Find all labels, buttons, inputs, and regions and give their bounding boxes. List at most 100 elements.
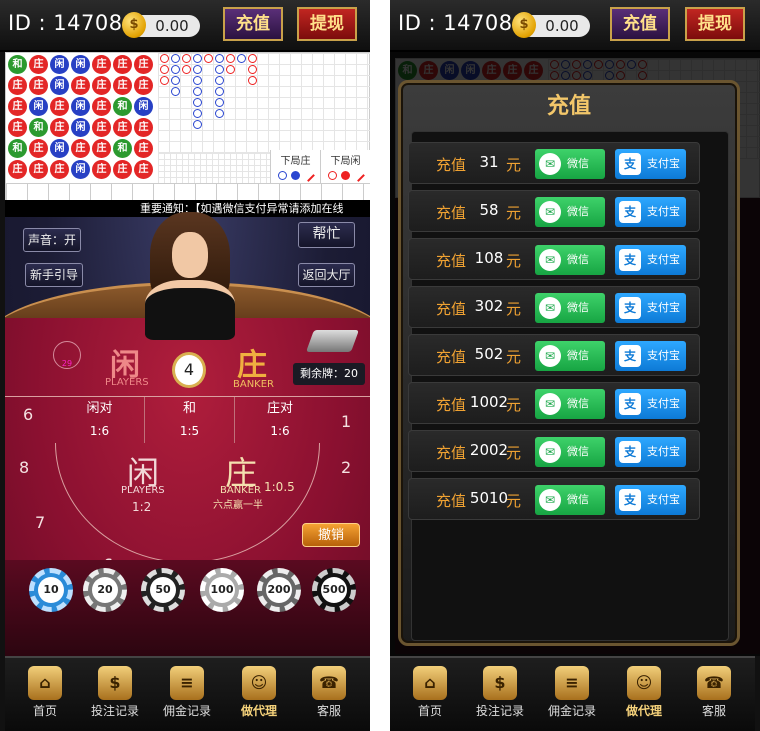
bet-player-odds: 1:2 bbox=[132, 500, 152, 514]
pay-alipay-button[interactable]: 支支付宝 bbox=[615, 245, 686, 275]
nav-customer-service[interactable]: ☎ 客服 bbox=[682, 664, 746, 729]
nav-commission-record[interactable]: ≡ 佣金记录 bbox=[540, 664, 604, 729]
bead-cell: 庄 bbox=[113, 55, 132, 74]
commission-record-icon: ≡ bbox=[555, 666, 589, 700]
nav-commission-record[interactable]: ≡ 佣金记录 bbox=[155, 664, 219, 729]
nav-agent[interactable]: ☺ 做代理 bbox=[227, 664, 291, 729]
pay-alipay-button[interactable]: 支支付宝 bbox=[615, 341, 686, 371]
pay-wechat-button[interactable]: ✉ 微信 bbox=[535, 437, 605, 467]
predict-banker[interactable]: 下局庄 bbox=[270, 150, 320, 184]
chip-20[interactable]: 20 bbox=[83, 568, 127, 612]
recharge-option-label: 充值 bbox=[436, 444, 467, 462]
player-pair-label: 闲对 bbox=[86, 401, 113, 416]
dealer-avatar bbox=[145, 212, 235, 342]
nav-agent[interactable]: ☺ 做代理 bbox=[612, 664, 676, 729]
seat-number: 6 bbox=[23, 405, 34, 424]
nav-bet-record[interactable]: $ 投注记录 bbox=[83, 664, 147, 729]
bead-cell: 闲 bbox=[71, 160, 90, 179]
big-road-ring bbox=[193, 120, 202, 129]
bead-cell: 庄 bbox=[134, 76, 153, 95]
nav-bet-record[interactable]: $ 投注记录 bbox=[468, 664, 532, 729]
bead-cell: 庄 bbox=[71, 139, 90, 158]
pay-wechat-button[interactable]: ✉ 微信 bbox=[535, 149, 605, 179]
recharge-option-row: 充值 502 元 ✉ 微信支支付宝 bbox=[408, 334, 700, 376]
pay-wechat-button[interactable]: ✉ 微信 bbox=[535, 389, 605, 419]
big-road-ring bbox=[193, 54, 202, 63]
pay-alipay-button[interactable]: 支支付宝 bbox=[615, 485, 686, 515]
chip-500[interactable]: 500 bbox=[312, 568, 356, 612]
bead-cell: 庄 bbox=[29, 55, 48, 74]
chip-50[interactable]: 50 bbox=[141, 568, 185, 612]
chip-100[interactable]: 100 bbox=[200, 568, 244, 612]
nav-customer-service[interactable]: ☎ 客服 bbox=[297, 664, 361, 729]
pay-alipay-button[interactable]: 支支付宝 bbox=[615, 197, 686, 227]
cockroach-slash-icon bbox=[352, 169, 365, 182]
bead-cell: 闲 bbox=[50, 76, 69, 95]
agent-icon: ☺ bbox=[627, 666, 661, 700]
withdraw-button[interactable]: 提现 bbox=[685, 7, 745, 41]
big-road-ring bbox=[160, 54, 169, 63]
big-road-ring bbox=[171, 54, 180, 63]
pay-wechat-button[interactable]: ✉ 微信 bbox=[535, 485, 605, 515]
nav-home[interactable]: ⌂ 首页 bbox=[398, 664, 462, 729]
banker-six-note: 六点赢一半 bbox=[213, 500, 263, 511]
big-road-ring bbox=[182, 54, 191, 63]
agent-icon: ☺ bbox=[242, 666, 276, 700]
bead-cell: 庄 bbox=[134, 139, 153, 158]
recharge-option-label: 充值 bbox=[436, 252, 467, 270]
guide-button[interactable]: 新手引导 bbox=[25, 263, 83, 287]
big-road-ring bbox=[193, 87, 202, 96]
recharge-button[interactable]: 充值 bbox=[223, 7, 283, 41]
chip-10[interactable]: 10 bbox=[29, 568, 73, 612]
bet-banker-pair[interactable]: 庄对 1:6 bbox=[235, 397, 325, 443]
modal-title: 充值 bbox=[546, 94, 591, 119]
pay-alipay-button[interactable]: 支支付宝 bbox=[615, 149, 686, 179]
seat-number: 1 bbox=[341, 412, 352, 431]
help-button[interactable]: 帮忙 bbox=[298, 222, 355, 248]
currency-unit: 元 bbox=[506, 204, 522, 222]
bet-player-pair[interactable]: 闲对 1:6 bbox=[55, 397, 145, 443]
player-pair-odds: 1:6 bbox=[89, 424, 110, 438]
pay-wechat-button[interactable]: ✉ 微信 bbox=[535, 341, 605, 371]
recharge-button[interactable]: 充值 bbox=[610, 7, 670, 41]
pay-wechat-button[interactable]: ✉ 微信 bbox=[535, 197, 605, 227]
baccarat-table: 重要通知：【如遇微信支付异常请添加在线 声音：开 帮忙 新手引导 返回大厅 29… bbox=[5, 200, 370, 656]
chip-200[interactable]: 200 bbox=[257, 568, 301, 612]
coin-icon: $ bbox=[512, 12, 536, 38]
bet-tie[interactable]: 和 1:5 bbox=[145, 397, 235, 443]
bead-cell: 庄 bbox=[92, 97, 111, 116]
bead-cell: 和 bbox=[8, 55, 27, 74]
pay-alipay-button[interactable]: 支支付宝 bbox=[615, 293, 686, 323]
pay-wechat-button[interactable]: ✉ 微信 bbox=[535, 293, 605, 323]
customer-service-icon: ☎ bbox=[312, 666, 346, 700]
bead-cell: 庄 bbox=[134, 118, 153, 137]
lobby-button[interactable]: 返回大厅 bbox=[298, 263, 355, 287]
pay-alipay-button[interactable]: 支支付宝 bbox=[615, 389, 686, 419]
bead-cell: 庄 bbox=[113, 118, 132, 137]
recharge-option-label: 充值 bbox=[436, 156, 467, 174]
big-road-ring bbox=[171, 87, 180, 96]
pay-alipay-button[interactable]: 支支付宝 bbox=[615, 437, 686, 467]
undo-button[interactable]: 撤销 bbox=[302, 523, 360, 547]
big-road-ring bbox=[193, 109, 202, 118]
bead-cell: 闲 bbox=[50, 55, 69, 74]
customer-service-icon: ☎ bbox=[697, 666, 731, 700]
bet-record-icon: $ bbox=[98, 666, 132, 700]
predict-player[interactable]: 下局闲 bbox=[320, 150, 370, 184]
big-road-ring bbox=[215, 76, 224, 85]
big-road-ring bbox=[226, 54, 235, 63]
sound-toggle[interactable]: 声音：开 bbox=[23, 228, 81, 252]
commission-record-icon: ≡ bbox=[170, 666, 204, 700]
wechat-icon: ✉ bbox=[539, 201, 561, 223]
pay-wechat-button[interactable]: ✉ 微信 bbox=[535, 245, 605, 275]
currency-unit: 元 bbox=[506, 252, 522, 270]
wechat-icon: ✉ bbox=[539, 489, 561, 511]
banker-pair-odds: 1:6 bbox=[270, 424, 290, 438]
withdraw-button[interactable]: 提现 bbox=[297, 7, 357, 41]
currency-unit: 元 bbox=[506, 396, 522, 414]
recharge-amount: 31 bbox=[479, 153, 499, 171]
big-road-ring bbox=[171, 65, 180, 74]
big-road-ring bbox=[182, 65, 191, 74]
nav-home[interactable]: ⌂ 首页 bbox=[13, 664, 77, 729]
recharge-amount: 502 bbox=[474, 345, 504, 363]
